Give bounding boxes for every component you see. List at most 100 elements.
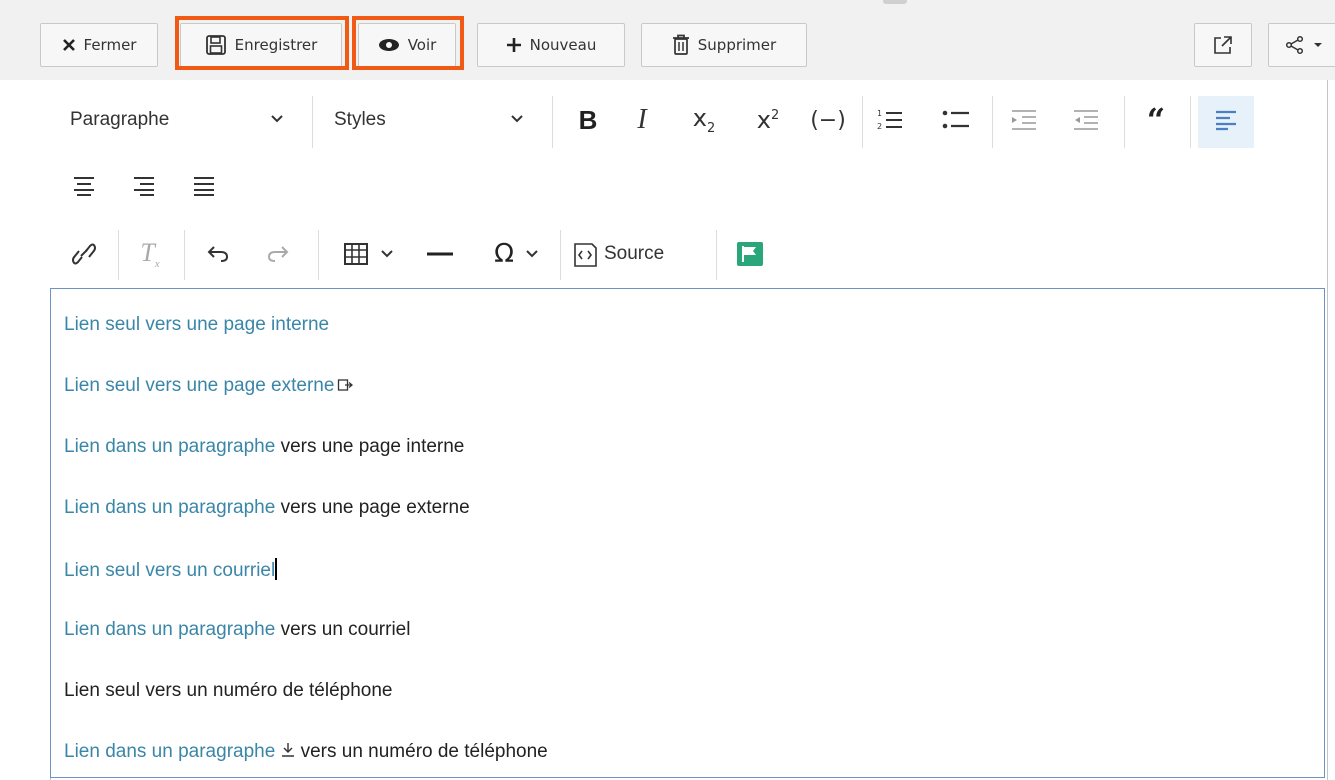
blockquote-icon: “ xyxy=(1146,101,1166,139)
download-icon xyxy=(281,742,295,764)
special-char-button[interactable]: Ω xyxy=(480,236,552,272)
italic-button[interactable]: I xyxy=(626,100,658,140)
toolbar-separator xyxy=(716,230,717,280)
table-icon xyxy=(343,242,369,266)
justify-button[interactable] xyxy=(186,168,222,204)
paragraph-2: Lien seul vers une page externe xyxy=(64,375,354,399)
chevron-down-icon xyxy=(270,114,284,124)
blockquote-button[interactable]: “ xyxy=(1140,104,1172,136)
outdent-icon xyxy=(1010,108,1038,132)
paragraph-6: Lien dans un paragraphe vers un courriel xyxy=(64,619,410,641)
redo-button[interactable] xyxy=(260,236,296,272)
undo-button[interactable] xyxy=(200,236,236,272)
chevron-down-icon xyxy=(526,250,538,258)
align-center-icon xyxy=(72,175,96,197)
email-link[interactable]: Lien seul vers un courriel xyxy=(64,560,275,581)
text-cursor xyxy=(275,558,278,580)
undo-icon xyxy=(207,245,229,263)
open-external-icon xyxy=(1213,35,1233,55)
toolbar-separator xyxy=(552,96,553,148)
align-right-button[interactable] xyxy=(126,168,162,204)
subscript-button[interactable]: x2 xyxy=(684,100,724,140)
paragraph-4: Lien dans un paragraphe vers une page ex… xyxy=(64,497,470,519)
paragraph-1: Lien seul vers une page interne xyxy=(64,314,329,336)
save-highlight xyxy=(175,16,349,70)
internal-link[interactable]: Lien dans un paragraphe xyxy=(64,436,275,457)
toolbar-separator xyxy=(560,230,561,280)
paragraph-text: vers une page interne xyxy=(275,436,465,457)
paragraph-7: Lien seul vers un numéro de téléphone xyxy=(64,680,393,702)
align-left-button[interactable] xyxy=(1208,104,1244,136)
italic-icon: I xyxy=(637,104,647,135)
close-icon xyxy=(62,38,76,52)
paragraph-text: Lien seul vers un numéro de téléphone xyxy=(64,680,393,701)
code-button[interactable]: (−) xyxy=(808,100,848,140)
numbered-list-icon: 12 xyxy=(876,107,904,133)
outdent-button[interactable] xyxy=(1008,104,1040,136)
toolbar-separator xyxy=(1190,96,1191,148)
horizontal-line-icon xyxy=(426,251,454,257)
superscript-button[interactable]: x2 xyxy=(748,100,788,140)
open-external-button[interactable] xyxy=(1194,23,1252,67)
delete-button[interactable]: Supprimer xyxy=(641,23,807,67)
editor-content[interactable] xyxy=(50,288,1325,778)
paragraph-5: Lien seul vers un courriel xyxy=(64,558,278,582)
paragraph-text: vers une page externe xyxy=(275,497,470,518)
toolbar-separator xyxy=(118,230,119,280)
align-right-icon xyxy=(132,175,156,197)
bulleted-list-button[interactable] xyxy=(940,104,972,136)
svg-text:2: 2 xyxy=(877,122,882,131)
align-left-icon xyxy=(1214,109,1238,131)
link-button[interactable] xyxy=(66,236,102,272)
remove-format-button[interactable]: Tx xyxy=(132,236,168,272)
top-handle xyxy=(883,0,907,4)
external-link[interactable]: Lien seul vers une page externe xyxy=(64,375,334,396)
flag-button[interactable] xyxy=(730,236,770,272)
phone-link[interactable]: Lien dans un paragraphe xyxy=(64,741,275,762)
email-link[interactable]: Lien dans un paragraphe xyxy=(64,619,275,640)
subscript-icon: x2 xyxy=(692,104,716,136)
share-dropdown-icon xyxy=(1313,42,1323,48)
link-icon xyxy=(72,241,96,267)
plus-icon xyxy=(506,37,522,53)
chevron-down-icon xyxy=(381,250,393,258)
trash-icon xyxy=(672,34,690,56)
external-link[interactable]: Lien dans un paragraphe xyxy=(64,497,275,518)
toolbar-separator xyxy=(312,96,313,148)
align-center-button[interactable] xyxy=(66,168,102,204)
delete-label: Supprimer xyxy=(697,36,777,54)
paragraph-text: vers un numéro de téléphone xyxy=(295,741,548,762)
horizontal-line-button[interactable] xyxy=(420,236,460,272)
toolbar-separator xyxy=(184,230,185,280)
close-button[interactable]: Fermer xyxy=(40,23,158,67)
styles-label: Styles xyxy=(334,109,386,130)
paragraph-format-label: Paragraphe xyxy=(70,109,170,130)
internal-link[interactable]: Lien seul vers une page interne xyxy=(64,314,329,335)
styles-dropdown[interactable]: Styles xyxy=(334,100,534,140)
paragraph-3: Lien dans un paragraphe vers une page in… xyxy=(64,436,464,458)
chevron-down-icon xyxy=(510,114,524,124)
indent-icon xyxy=(1072,108,1100,132)
paragraph-8: Lien dans un paragraphe vers un numéro d… xyxy=(64,741,548,764)
toolbar-separator xyxy=(318,230,319,280)
paragraph-format-dropdown[interactable]: Paragraphe xyxy=(70,100,300,140)
svg-text:1: 1 xyxy=(877,109,882,118)
bulleted-list-icon xyxy=(941,107,971,133)
share-icon xyxy=(1285,35,1305,55)
indent-button[interactable] xyxy=(1070,104,1102,136)
toolbar-separator xyxy=(862,96,863,148)
source-button[interactable]: Source xyxy=(572,236,702,272)
external-link-icon xyxy=(337,377,354,399)
code-icon: (−) xyxy=(810,107,846,133)
bold-button[interactable]: B xyxy=(572,100,604,140)
bold-icon: B xyxy=(578,104,598,135)
toolbar-separator xyxy=(1124,96,1125,148)
new-button[interactable]: Nouveau xyxy=(477,23,625,67)
share-button[interactable] xyxy=(1268,23,1335,67)
new-label: Nouveau xyxy=(529,36,597,54)
toolbar-separator xyxy=(992,96,993,148)
paragraph-text: vers un courriel xyxy=(275,619,411,640)
numbered-list-button[interactable]: 12 xyxy=(874,104,906,136)
flag-icon xyxy=(736,241,764,267)
table-button[interactable] xyxy=(332,236,404,272)
